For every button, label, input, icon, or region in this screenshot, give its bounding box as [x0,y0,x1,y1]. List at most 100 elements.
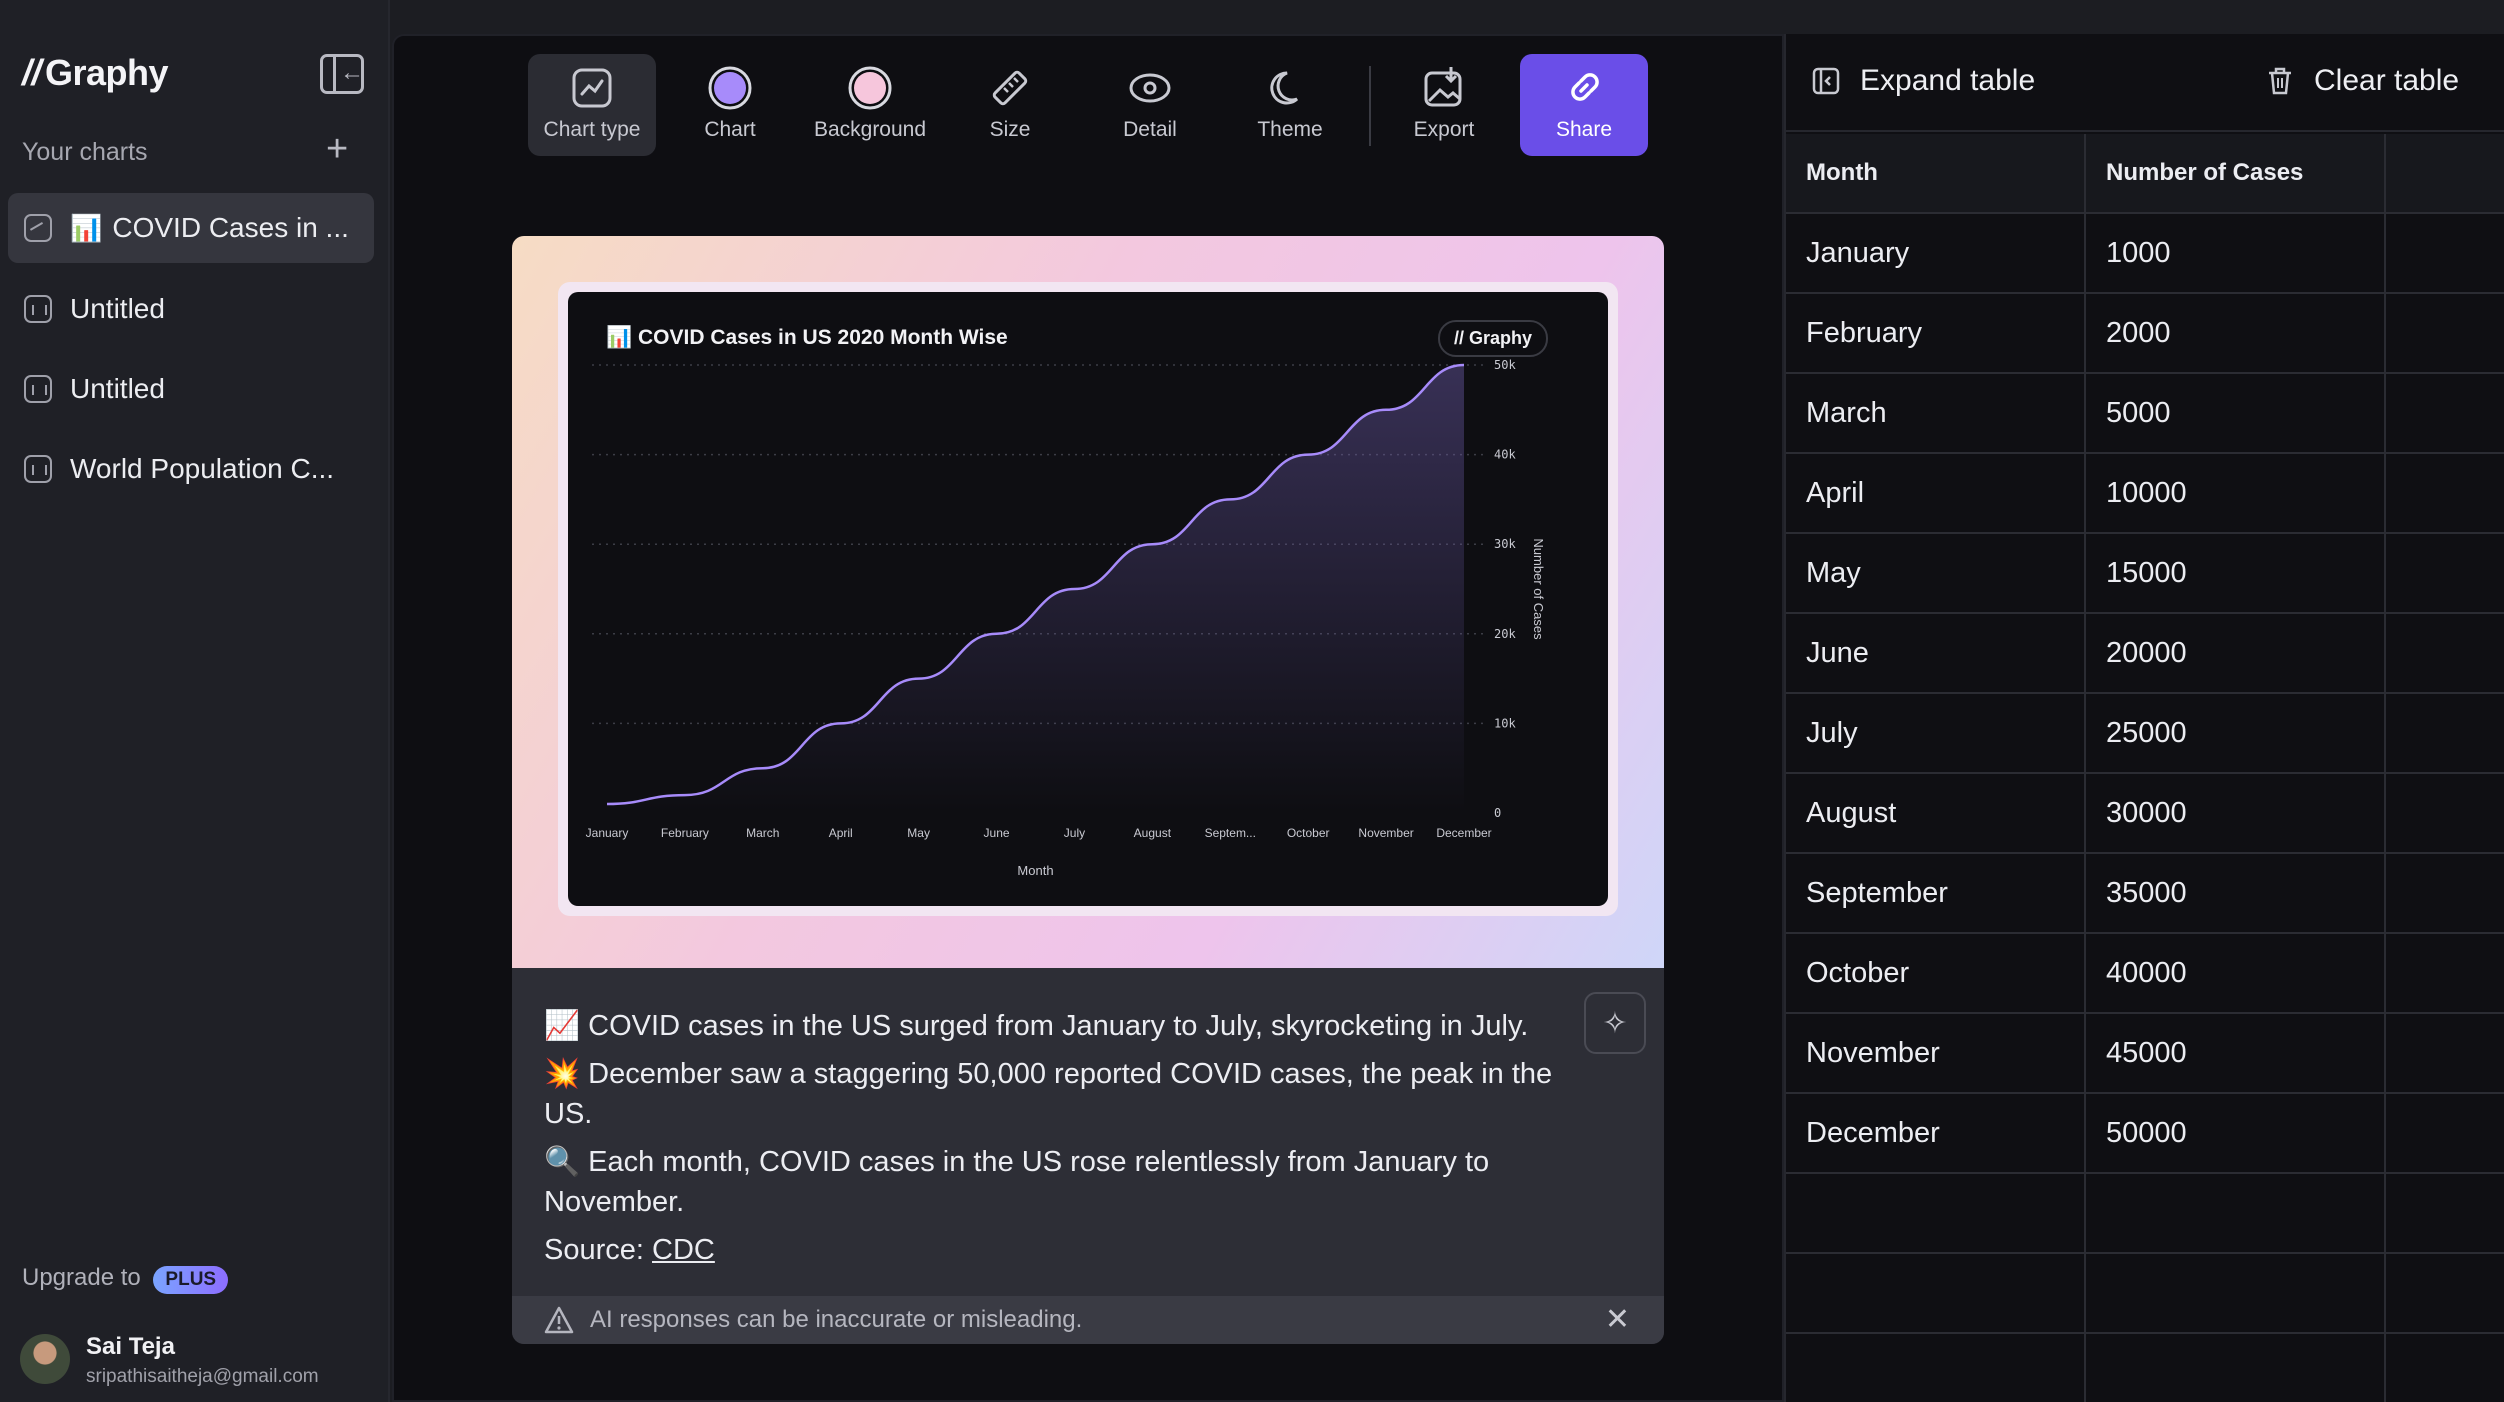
collapse-sidebar-icon[interactable]: ← [320,54,364,94]
table-cell[interactable] [2386,1014,2504,1092]
table-cell[interactable] [2386,1174,2504,1252]
table-cell[interactable]: November [1786,1014,2086,1092]
brand-logo[interactable]: //Graphy [22,52,169,94]
table-cell[interactable]: March [1786,374,2086,452]
size-button[interactable]: Size [946,54,1074,156]
table-cell[interactable]: May [1786,534,2086,612]
ai-insights: 📈 COVID cases in the US surged from Janu… [544,1006,1584,1278]
chart-type-button[interactable]: Chart type [528,54,656,156]
bar-chart-emoji-icon: 📊 [70,212,103,243]
table-cell[interactable]: 5000 [2086,374,2386,452]
trash-icon [2269,67,2291,95]
expand-table-button[interactable]: Expand table [1812,64,2035,98]
background-button[interactable]: Background [806,54,934,156]
table-cell[interactable]: January [1786,214,2086,292]
table-cell[interactable] [2386,934,2504,1012]
table-cell[interactable] [2386,1334,2504,1402]
table-cell[interactable] [2386,614,2504,692]
column-header[interactable]: Month [1786,134,2086,212]
sidebar-item-untitled-2[interactable]: Untitled [8,354,374,424]
table-cell[interactable]: October [1786,934,2086,1012]
column-header[interactable] [2386,134,2504,212]
add-chart-button[interactable]: + [326,130,348,168]
chart-type-label: Chart type [543,118,641,141]
detail-button[interactable]: Detail [1086,54,1214,156]
y-tick-label: 20k [1494,627,1516,641]
table-cell[interactable] [1786,1254,2086,1332]
share-button[interactable]: Share [1520,54,1648,156]
sidebar-item-label: COVID Cases in ... [112,212,349,243]
table-cell[interactable]: June [1786,614,2086,692]
table-cell[interactable] [2386,294,2504,372]
x-tick-label: May [907,826,930,840]
table-cell[interactable]: 40000 [2086,934,2386,1012]
y-tick-label: 0 [1494,806,1501,820]
table-cell[interactable] [2386,534,2504,612]
table-cell[interactable] [2086,1334,2386,1402]
table-row: January 1000 [1786,214,2504,294]
sidebar-item-label: Untitled [70,293,165,324]
table-cell[interactable] [2386,454,2504,532]
sidebar-item-covid-cases[interactable]: 📊 COVID Cases in ... [8,193,374,263]
source-link[interactable]: CDC [652,1234,715,1266]
table-cell[interactable]: 25000 [2086,694,2386,772]
chart[interactable]: 0 10k 20k 30k 40k 50k Number of Cases January Fe… [568,292,1608,906]
column-header[interactable]: Number of Cases [2086,134,2386,212]
link-icon [1560,64,1608,112]
table-cell[interactable]: February [1786,294,2086,372]
sidebar-item-untitled-1[interactable]: Untitled [8,274,374,344]
sparkle-ai-button[interactable]: ✧ [1584,992,1646,1054]
table-cell[interactable] [1786,1174,2086,1252]
table-cell[interactable] [2386,854,2504,932]
insight-source: Source: CDC [544,1230,1584,1270]
avatar[interactable] [20,1334,70,1384]
table-cell[interactable]: December [1786,1094,2086,1172]
table-row [1786,1174,2504,1254]
table-cell[interactable]: April [1786,454,2086,532]
chart-color-swatch-icon [706,64,754,112]
export-button[interactable]: Export [1380,54,1508,156]
table-cell[interactable]: 2000 [2086,294,2386,372]
table-cell[interactable] [2386,774,2504,852]
sidebar: //Graphy ← Your charts + 📊 COVID Cases i… [0,0,390,1402]
clear-table-button[interactable]: Clear table [2266,64,2459,98]
table-cell[interactable] [2386,214,2504,292]
table-cell[interactable] [2386,1254,2504,1332]
close-icon[interactable]: ✕ [1605,1302,1630,1337]
table-cell[interactable]: 35000 [2086,854,2386,932]
user-email: sripathisaitheja@gmail.com [86,1366,319,1387]
table-row: May 15000 [1786,534,2504,614]
table-cell[interactable]: 20000 [2086,614,2386,692]
table-cell[interactable]: September [1786,854,2086,932]
theme-button[interactable]: Theme [1226,54,1354,156]
table-cell[interactable] [2086,1254,2386,1332]
table-cell[interactable] [2386,374,2504,452]
upgrade-link[interactable]: Upgrade to PLUS [22,1264,229,1294]
table-cell[interactable]: August [1786,774,2086,852]
moon-icon [1266,64,1314,112]
y-tick-label: 40k [1494,448,1516,462]
warning-icon [544,1306,574,1334]
table-cell[interactable]: 10000 [2086,454,2386,532]
table-cell[interactable]: 1000 [2086,214,2386,292]
table-cell[interactable] [2386,1094,2504,1172]
chart-canvas: 0 10k 20k 30k 40k 50k Number of Cases January Fe… [586,358,1546,878]
app-window: //Graphy ← Your charts + 📊 COVID Cases i… [0,0,2504,1402]
main-editor: Chart type Chart Background Size Detail [392,34,1784,1402]
table-cell[interactable]: July [1786,694,2086,772]
table-row: March 5000 [1786,374,2504,454]
table-cell[interactable]: 15000 [2086,534,2386,612]
table-cell[interactable] [1786,1334,2086,1402]
table-cell[interactable]: 30000 [2086,774,2386,852]
table-cell[interactable] [2386,694,2504,772]
x-tick-label: July [1064,826,1085,840]
table-cell[interactable]: 50000 [2086,1094,2386,1172]
table-cell[interactable]: 45000 [2086,1014,2386,1092]
bar-chart-icon [24,375,52,403]
chart-color-button[interactable]: Chart [666,54,794,156]
theme-label: Theme [1257,118,1323,141]
y-tick-label: 10k [1494,716,1516,730]
table-cell[interactable] [2086,1174,2386,1252]
x-tick-label: February [661,826,709,840]
sidebar-item-world-population[interactable]: World Population C... [8,434,374,504]
